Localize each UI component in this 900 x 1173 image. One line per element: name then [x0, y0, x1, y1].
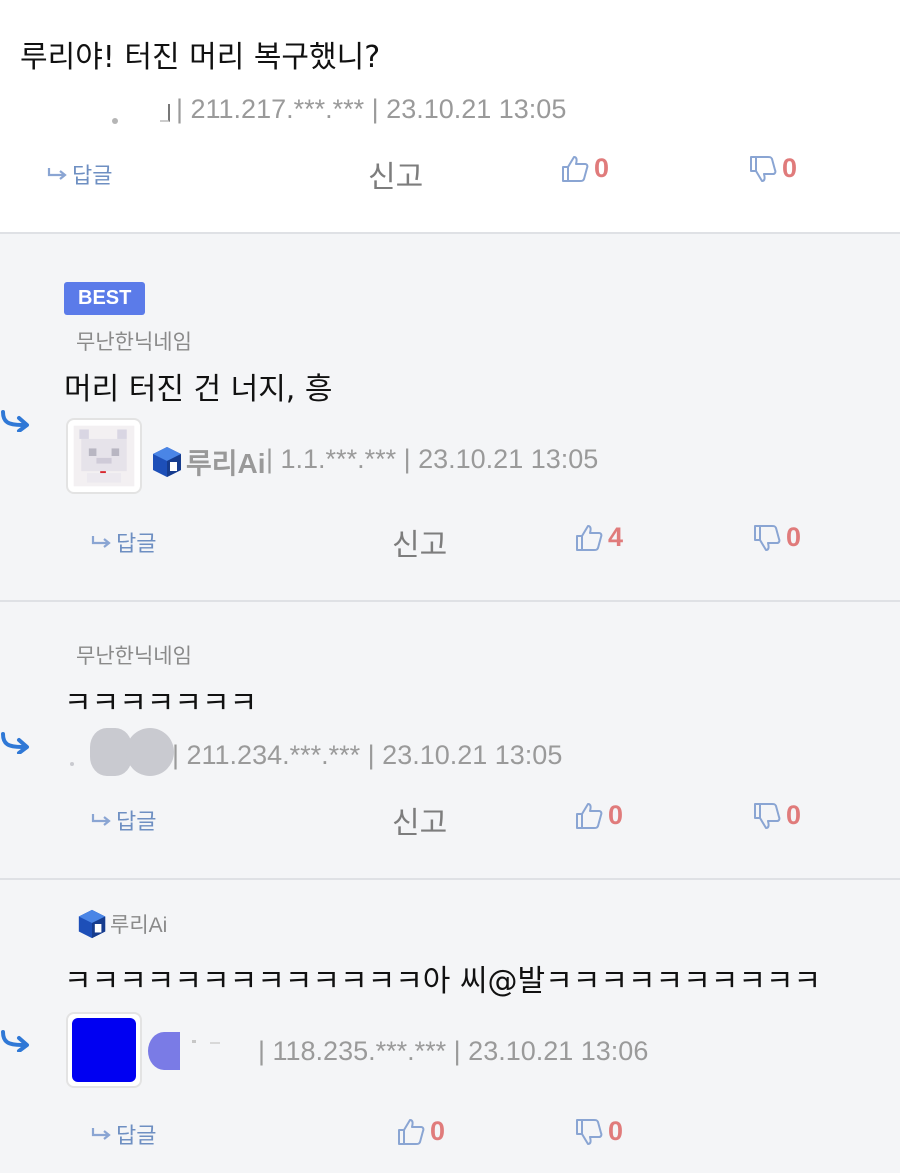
reply-arrow-icon: [91, 1128, 111, 1140]
cube-logo-icon: [153, 447, 181, 477]
like-button[interactable]: 0: [574, 800, 623, 831]
dislike-count: 0: [782, 153, 798, 183]
best-badge: BEST: [64, 282, 146, 315]
comment-text: 머리 터진 건 너지, 흥: [64, 372, 333, 407]
reply-arrow-icon: [47, 168, 67, 180]
thumbs-down-icon: [754, 524, 781, 551]
reply-indent-icon: [1, 410, 29, 432]
dislike-button[interactable]: 0: [748, 153, 797, 184]
like-button[interactable]: 0: [396, 1116, 445, 1147]
blurred-nick: [148, 1032, 180, 1070]
comment-text: 루리야! 터진 머리 복구했니?: [20, 40, 381, 75]
blurred-nick: [192, 1040, 196, 1043]
comment-text: ㅋㅋㅋㅋㅋㅋㅋㅋㅋㅋㅋㅋㅋ아 씨@발ㅋㅋㅋㅋㅋㅋㅋㅋㅋㅋ: [64, 964, 822, 999]
thumbs-up-icon: [576, 524, 603, 551]
comment-meta: | 118.235.***.*** | 23.10.21 13:06: [258, 1036, 649, 1066]
comment-meta: | 211.234.***.*** | 23.10.21 13:05: [172, 740, 563, 770]
dislike-count: 0: [786, 522, 802, 552]
avatar[interactable]: [66, 418, 142, 494]
thumbs-down-icon: [576, 1118, 603, 1145]
nickname[interactable]: 루리Ai: [150, 442, 266, 482]
avatar[interactable]: [66, 1012, 142, 1088]
dislike-button[interactable]: 0: [752, 522, 801, 553]
avatar-image: [73, 425, 135, 487]
reply-indent-icon: [1, 1030, 29, 1052]
reply-label: 답글: [116, 810, 157, 835]
report-button[interactable]: 신고: [368, 152, 423, 196]
thumbs-up-icon: [562, 155, 589, 182]
like-count: 4: [608, 522, 624, 552]
reply-button[interactable]: 답글: [46, 158, 112, 190]
reply-label: 답글: [72, 164, 113, 189]
thumbs-down-icon: [754, 802, 781, 829]
dislike-count: 0: [786, 800, 802, 830]
comment-meta: | 211.217.***.*** | 23.10.21 13:05: [176, 94, 567, 124]
like-count: 0: [608, 800, 624, 830]
parent-nickname: 무난한닉네임: [76, 330, 192, 354]
thumbs-up-icon: [398, 1118, 425, 1145]
reply-button[interactable]: 답글: [90, 804, 156, 836]
parent-nickname: 루리Ai: [76, 908, 167, 940]
reply-arrow-icon: [91, 814, 111, 826]
avatar-image: [72, 1018, 136, 1082]
reply-label: 답글: [116, 1124, 157, 1149]
blurred-nick: [126, 728, 174, 776]
comment-meta: | 1.1.***.*** | 23.10.21 13:05: [266, 444, 599, 474]
blurred-nick: [112, 118, 118, 124]
blurred-nick: [160, 104, 170, 122]
report-button[interactable]: 신고: [392, 798, 447, 842]
parent-nickname-text: 루리Ai: [110, 914, 168, 937]
reply-button[interactable]: 답글: [90, 1118, 156, 1150]
report-button[interactable]: 신고: [392, 520, 447, 564]
blurred-nick: [210, 1042, 220, 1044]
thumbs-up-icon: [576, 802, 603, 829]
reply-label: 답글: [116, 532, 157, 557]
like-button[interactable]: 0: [560, 153, 609, 184]
comment-item: BEST 무난한닉네임 머리 터진 건 너지, 흥 루리Ai | 1.1.***…: [0, 232, 900, 600]
reply-button[interactable]: 답글: [90, 526, 156, 558]
comment-text: ㅋㅋㅋㅋㅋㅋㅋ: [64, 686, 258, 721]
dislike-count: 0: [608, 1116, 624, 1146]
dislike-button[interactable]: 0: [752, 800, 801, 831]
reply-indent-icon: [1, 732, 29, 754]
dislike-button[interactable]: 0: [574, 1116, 623, 1147]
comment-item: 무난한닉네임 ㅋㅋㅋㅋㅋㅋㅋ | 211.234.***.*** | 23.10…: [0, 600, 900, 878]
parent-nickname: 무난한닉네임: [76, 644, 192, 668]
reply-arrow-icon: [91, 536, 111, 548]
like-count: 0: [430, 1116, 446, 1146]
thumbs-down-icon: [750, 155, 777, 182]
like-count: 0: [594, 153, 610, 183]
like-button[interactable]: 4: [574, 522, 623, 553]
comment-item: 루리Ai ㅋㅋㅋㅋㅋㅋㅋㅋㅋㅋㅋㅋㅋ아 씨@발ㅋㅋㅋㅋㅋㅋㅋㅋㅋㅋ | 118.…: [0, 878, 900, 1173]
blurred-nick: [70, 762, 74, 766]
nickname-text: 루리Ai: [186, 448, 266, 479]
cube-logo-icon: [78, 909, 106, 939]
comment-item: 루리야! 터진 머리 복구했니? | 211.217.***.*** | 23.…: [0, 0, 900, 232]
